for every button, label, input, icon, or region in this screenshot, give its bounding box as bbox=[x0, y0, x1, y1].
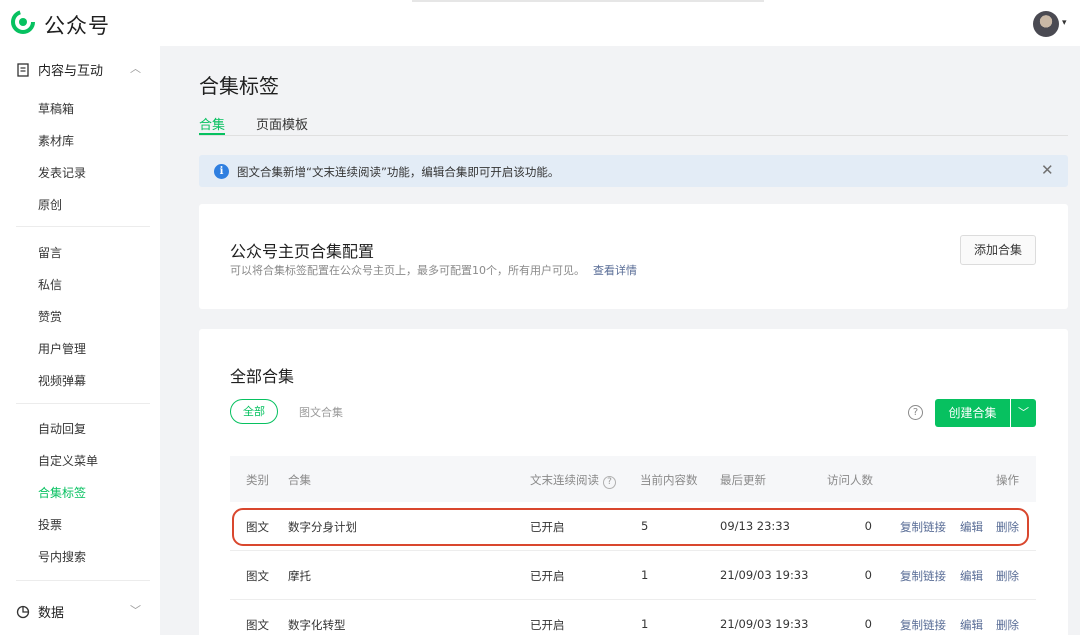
tab-page-templates[interactable]: 页面模板 bbox=[256, 114, 308, 133]
close-icon[interactable]: ✕ bbox=[1041, 161, 1054, 179]
column-header-visitors: 访问人数 bbox=[827, 473, 873, 487]
column-header-type: 类别 bbox=[246, 473, 269, 487]
sidebar-item-materials[interactable]: 素材库 bbox=[38, 132, 74, 149]
cell-visitors: 0 bbox=[864, 617, 872, 631]
column-header-last-updated: 最后更新 bbox=[720, 473, 766, 487]
column-header-label: 文末连续阅读 bbox=[530, 473, 599, 487]
row-highlight-annotation bbox=[232, 508, 1029, 546]
edit-button[interactable]: 编辑 bbox=[960, 568, 983, 584]
banner-text: 图文合集新增“文末连续阅读”功能，编辑合集即可开启该功能。 bbox=[237, 165, 560, 179]
active-tab-indicator bbox=[199, 133, 225, 135]
cell-last-updated: 21/09/03 19:33 bbox=[720, 617, 809, 631]
filter-article-collections[interactable]: 图文合集 bbox=[299, 404, 343, 420]
section-title: 全部合集 bbox=[230, 367, 295, 386]
sidebar-item-collection-tags[interactable]: 合集标签 bbox=[38, 484, 86, 501]
filter-all[interactable]: 全部 bbox=[230, 399, 278, 424]
cell-collection-name: 数字化转型 bbox=[288, 618, 346, 632]
chart-icon bbox=[16, 605, 30, 619]
section-description: 可以将合集标签配置在公众号主页上，最多可配置10个，所有用户可见。 查看详情 bbox=[230, 262, 637, 278]
chevron-down-icon[interactable]: ﹀ bbox=[1011, 399, 1036, 427]
nav-divider bbox=[16, 403, 150, 404]
sidebar-item-user-management[interactable]: 用户管理 bbox=[38, 340, 86, 357]
edit-button[interactable]: 编辑 bbox=[960, 617, 983, 633]
section-title: 公众号主页合集配置 bbox=[230, 242, 375, 261]
create-collection-button[interactable]: 创建合集 bbox=[935, 399, 1010, 427]
sidebar-item-auto-reply[interactable]: 自动回复 bbox=[38, 420, 86, 437]
help-icon[interactable]: ? bbox=[603, 476, 616, 489]
nav-group-label: 数据 bbox=[38, 606, 65, 621]
sidebar-item-drafts[interactable]: 草稿箱 bbox=[38, 100, 74, 117]
chevron-down-icon[interactable]: ▾ bbox=[1062, 18, 1067, 28]
sidebar-item-messages[interactable]: 私信 bbox=[38, 276, 62, 293]
description-text: 可以将合集标签配置在公众号主页上，最多可配置10个，所有用户可见。 bbox=[230, 264, 585, 277]
top-bar: 公众号 ▾ bbox=[0, 0, 1080, 46]
nav-group-content[interactable]: 内容与互动 bbox=[16, 60, 103, 79]
table-row[interactable]: 图文 数字化转型 已开启 1 21/09/03 19:33 0 复制链接 编辑 … bbox=[230, 600, 1036, 635]
tabs-divider bbox=[199, 135, 1068, 136]
cell-content-count: 1 bbox=[641, 617, 649, 631]
view-details-link[interactable]: 查看详情 bbox=[593, 264, 637, 277]
sidebar: 内容与互动 ︿ 草稿箱 素材库 发表记录 原创 留言 私信 赞赏 用户管理 视频… bbox=[0, 46, 160, 635]
cell-visitors: 0 bbox=[864, 568, 872, 582]
sidebar-item-rewards[interactable]: 赞赏 bbox=[38, 308, 62, 325]
top-divider bbox=[412, 0, 764, 2]
column-header-collection: 合集 bbox=[288, 473, 311, 487]
nav-divider bbox=[16, 226, 150, 227]
copy-link-button[interactable]: 复制链接 bbox=[900, 617, 946, 633]
sidebar-item-custom-menu[interactable]: 自定义菜单 bbox=[38, 452, 98, 469]
help-icon[interactable]: ? bbox=[908, 405, 923, 420]
add-collection-button[interactable]: 添加合集 bbox=[960, 235, 1036, 265]
document-icon bbox=[17, 63, 29, 77]
chevron-up-icon[interactable]: ︿ bbox=[130, 60, 141, 76]
cell-continuous-reading: 已开启 bbox=[530, 569, 565, 583]
brand-name[interactable]: 公众号 bbox=[44, 10, 110, 40]
sidebar-item-voting[interactable]: 投票 bbox=[38, 516, 62, 533]
table-row[interactable]: 图文 摩托 已开启 1 21/09/03 19:33 0 复制链接 编辑 删除 bbox=[230, 551, 1036, 600]
info-icon: i bbox=[214, 164, 229, 179]
all-collections-card: 全部合集 全部 图文合集 ? 创建合集 ﹀ 类别 合集 文末连续阅读? 当前内容… bbox=[199, 329, 1068, 635]
cell-type: 图文 bbox=[246, 569, 269, 583]
column-header-continuous-reading: 文末连续阅读? bbox=[530, 472, 616, 489]
info-banner: i 图文合集新增“文末连续阅读”功能，编辑合集即可开启该功能。 ✕ bbox=[199, 155, 1068, 187]
copy-link-button[interactable]: 复制链接 bbox=[900, 568, 946, 584]
nav-group-label: 内容与互动 bbox=[38, 64, 104, 79]
sidebar-item-original[interactable]: 原创 bbox=[38, 196, 62, 213]
page-title: 合集标签 bbox=[199, 74, 279, 98]
nav-divider bbox=[16, 580, 150, 581]
column-header-content-count: 当前内容数 bbox=[640, 473, 698, 487]
wechat-official-logo-icon[interactable] bbox=[10, 9, 36, 35]
table-header: 类别 合集 文末连续阅读? 当前内容数 最后更新 访问人数 操作 bbox=[230, 456, 1036, 502]
column-header-actions: 操作 bbox=[996, 473, 1019, 487]
delete-button[interactable]: 删除 bbox=[996, 568, 1019, 584]
avatar[interactable] bbox=[1033, 11, 1059, 37]
sidebar-item-publish-history[interactable]: 发表记录 bbox=[38, 164, 86, 181]
cell-last-updated: 21/09/03 19:33 bbox=[720, 568, 809, 582]
sidebar-item-comments[interactable]: 留言 bbox=[38, 244, 62, 261]
nav-group-data[interactable]: 数据 bbox=[16, 602, 64, 621]
sidebar-item-video-danmaku[interactable]: 视频弹幕 bbox=[38, 372, 86, 389]
delete-button[interactable]: 删除 bbox=[996, 617, 1019, 633]
tab-collections[interactable]: 合集 bbox=[199, 114, 225, 133]
sidebar-item-in-account-search[interactable]: 号内搜索 bbox=[38, 548, 86, 565]
cell-collection-name: 摩托 bbox=[288, 569, 311, 583]
cell-continuous-reading: 已开启 bbox=[530, 618, 565, 632]
homepage-config-card: 公众号主页合集配置 可以将合集标签配置在公众号主页上，最多可配置10个，所有用户… bbox=[199, 204, 1068, 309]
cell-content-count: 1 bbox=[641, 568, 649, 582]
cell-type: 图文 bbox=[246, 618, 269, 632]
chevron-down-icon[interactable]: ﹀ bbox=[130, 602, 141, 618]
